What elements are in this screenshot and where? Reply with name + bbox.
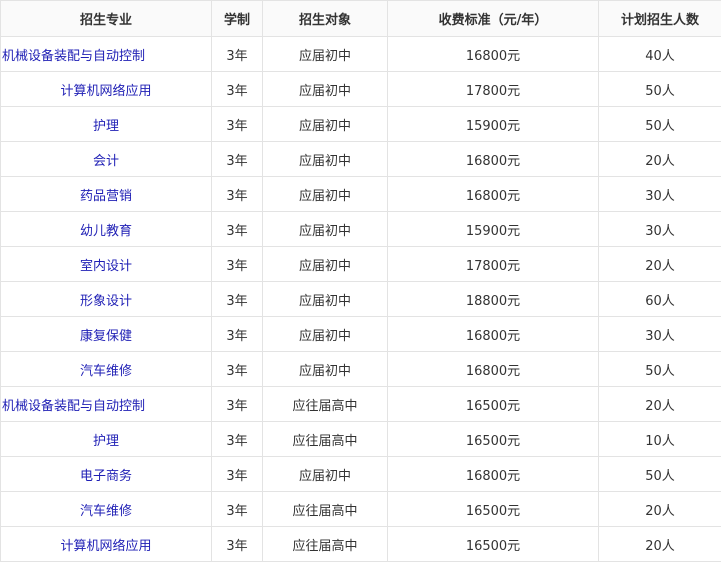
cell-fee: 15900元 (388, 107, 599, 142)
cell-fee: 16500元 (388, 387, 599, 422)
table-row: 电子商务3年应届初中16800元50人 (1, 457, 721, 492)
cell-target: 应届初中 (263, 352, 388, 387)
cell-duration: 3年 (212, 177, 263, 212)
table-row: 汽车维修3年应往届高中16500元20人 (1, 492, 721, 527)
table-row: 机械设备装配与自动控制3年应届初中16800元40人 (1, 37, 721, 72)
cell-quota: 40人 (599, 37, 721, 72)
table-row: 护理3年应往届高中16500元10人 (1, 422, 721, 457)
cell-major[interactable]: 汽车维修 (1, 492, 212, 527)
table-row: 计算机网络应用3年应往届高中16500元20人 (1, 527, 721, 562)
cell-fee: 16800元 (388, 142, 599, 177)
header-target: 招生对象 (263, 1, 388, 37)
cell-duration: 3年 (212, 352, 263, 387)
cell-target: 应届初中 (263, 37, 388, 72)
cell-target: 应届初中 (263, 317, 388, 352)
cell-quota: 20人 (599, 142, 721, 177)
cell-target: 应届初中 (263, 247, 388, 282)
header-major: 招生专业 (1, 1, 212, 37)
cell-quota: 10人 (599, 422, 721, 457)
cell-major[interactable]: 机械设备装配与自动控制 (1, 37, 212, 72)
table-row: 会计3年应届初中16800元20人 (1, 142, 721, 177)
cell-duration: 3年 (212, 282, 263, 317)
cell-duration: 3年 (212, 492, 263, 527)
cell-duration: 3年 (212, 247, 263, 282)
cell-target: 应届初中 (263, 282, 388, 317)
cell-target: 应届初中 (263, 107, 388, 142)
header-quota: 计划招生人数 (599, 1, 721, 37)
cell-duration: 3年 (212, 37, 263, 72)
cell-major[interactable]: 机械设备装配与自动控制 (1, 387, 212, 422)
cell-target: 应届初中 (263, 212, 388, 247)
cell-target: 应届初中 (263, 177, 388, 212)
cell-major[interactable]: 形象设计 (1, 282, 212, 317)
cell-fee: 16800元 (388, 317, 599, 352)
cell-target: 应届初中 (263, 457, 388, 492)
cell-quota: 30人 (599, 317, 721, 352)
cell-major[interactable]: 康复保健 (1, 317, 212, 352)
cell-duration: 3年 (212, 72, 263, 107)
table-row: 康复保健3年应届初中16800元30人 (1, 317, 721, 352)
table-row: 计算机网络应用3年应届初中17800元50人 (1, 72, 721, 107)
cell-quota: 60人 (599, 282, 721, 317)
cell-quota: 50人 (599, 72, 721, 107)
cell-quota: 50人 (599, 107, 721, 142)
table-body: 机械设备装配与自动控制3年应届初中16800元40人计算机网络应用3年应届初中1… (1, 37, 721, 562)
cell-duration: 3年 (212, 142, 263, 177)
enrollment-table: 招生专业 学制 招生对象 收费标准（元/年） 计划招生人数 机械设备装配与自动控… (0, 0, 721, 562)
cell-target: 应往届高中 (263, 527, 388, 562)
table-row: 室内设计3年应届初中17800元20人 (1, 247, 721, 282)
cell-fee: 17800元 (388, 72, 599, 107)
cell-quota: 20人 (599, 387, 721, 422)
cell-major[interactable]: 药品营销 (1, 177, 212, 212)
cell-quota: 20人 (599, 492, 721, 527)
cell-quota: 30人 (599, 177, 721, 212)
cell-major[interactable]: 计算机网络应用 (1, 527, 212, 562)
cell-fee: 16800元 (388, 37, 599, 72)
cell-major[interactable]: 幼儿教育 (1, 212, 212, 247)
table-row: 机械设备装配与自动控制3年应往届高中16500元20人 (1, 387, 721, 422)
table-row: 幼儿教育3年应届初中15900元30人 (1, 212, 721, 247)
table-row: 形象设计3年应届初中18800元60人 (1, 282, 721, 317)
cell-quota: 30人 (599, 212, 721, 247)
cell-major[interactable]: 会计 (1, 142, 212, 177)
cell-target: 应届初中 (263, 72, 388, 107)
cell-quota: 50人 (599, 457, 721, 492)
header-duration: 学制 (212, 1, 263, 37)
cell-target: 应往届高中 (263, 387, 388, 422)
cell-fee: 18800元 (388, 282, 599, 317)
table-header-row: 招生专业 学制 招生对象 收费标准（元/年） 计划招生人数 (1, 1, 721, 37)
cell-major[interactable]: 护理 (1, 107, 212, 142)
cell-duration: 3年 (212, 317, 263, 352)
cell-duration: 3年 (212, 422, 263, 457)
cell-target: 应往届高中 (263, 492, 388, 527)
cell-quota: 20人 (599, 247, 721, 282)
cell-quota: 20人 (599, 527, 721, 562)
cell-fee: 16800元 (388, 457, 599, 492)
cell-major[interactable]: 护理 (1, 422, 212, 457)
cell-target: 应届初中 (263, 142, 388, 177)
cell-duration: 3年 (212, 387, 263, 422)
cell-duration: 3年 (212, 212, 263, 247)
cell-quota: 50人 (599, 352, 721, 387)
cell-duration: 3年 (212, 457, 263, 492)
cell-fee: 17800元 (388, 247, 599, 282)
header-fee: 收费标准（元/年） (388, 1, 599, 37)
cell-duration: 3年 (212, 527, 263, 562)
cell-major[interactable]: 汽车维修 (1, 352, 212, 387)
cell-fee: 16500元 (388, 422, 599, 457)
cell-major[interactable]: 电子商务 (1, 457, 212, 492)
cell-fee: 16800元 (388, 352, 599, 387)
table-row: 护理3年应届初中15900元50人 (1, 107, 721, 142)
cell-duration: 3年 (212, 107, 263, 142)
cell-fee: 16800元 (388, 177, 599, 212)
cell-fee: 16500元 (388, 527, 599, 562)
cell-fee: 15900元 (388, 212, 599, 247)
table-row: 汽车维修3年应届初中16800元50人 (1, 352, 721, 387)
cell-major[interactable]: 计算机网络应用 (1, 72, 212, 107)
cell-major[interactable]: 室内设计 (1, 247, 212, 282)
cell-target: 应往届高中 (263, 422, 388, 457)
table-row: 药品营销3年应届初中16800元30人 (1, 177, 721, 212)
cell-fee: 16500元 (388, 492, 599, 527)
